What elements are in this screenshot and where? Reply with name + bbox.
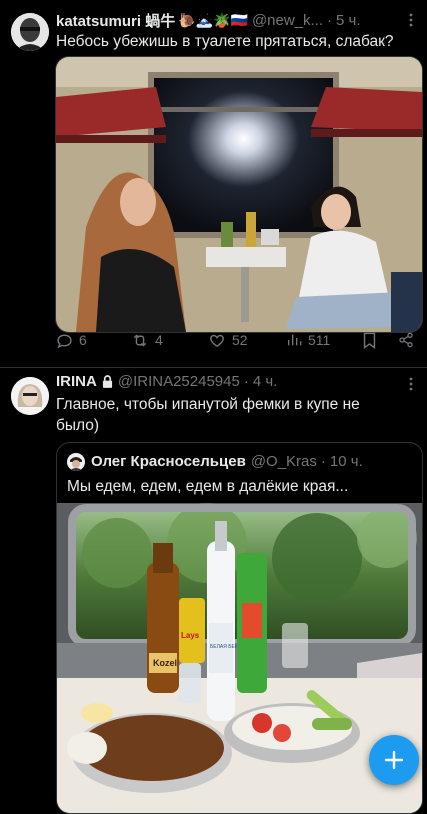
separator-dot: ·: [320, 453, 326, 470]
timestamp[interactable]: 5 ч.: [336, 12, 361, 29]
train-table-photo: Kozel Lays БЕЛАЯ БЕРЕЗКА: [57, 503, 422, 813]
tweet-text: Небось убежишь в туалете прятаться, слаб…: [56, 33, 394, 50]
name-emoji: 🗻: [195, 12, 214, 28]
separator-dot: ·: [327, 12, 333, 29]
retweet-count: 4: [155, 332, 163, 348]
tweet-1[interactable]: katatsumuri 蝸牛 🐌 🗻 🪴 🇷🇺 @new_k... · 5 ч.…: [0, 0, 427, 368]
avatar-image: [11, 377, 49, 415]
quoted-timestamp: 10 ч.: [329, 453, 363, 470]
handle[interactable]: @IRINA25245945: [118, 373, 240, 390]
share-icon: [399, 332, 413, 348]
quoted-tweet[interactable]: Олег Красносельцев @O_Kras · 10 ч. Мы ед…: [56, 442, 423, 814]
timestamp[interactable]: 4 ч.: [253, 373, 278, 390]
name-emoji: 🪴: [213, 12, 231, 28]
views-count: 511: [308, 332, 331, 348]
tweet-2[interactable]: IRINA @IRINA25245945 · 4 ч. Главное, что…: [0, 368, 427, 814]
more-icon[interactable]: [409, 377, 413, 391]
share-button[interactable]: [398, 332, 414, 348]
quoted-handle: @O_Kras: [250, 453, 317, 470]
retweet-button[interactable]: 4: [131, 332, 163, 349]
quoted-photo[interactable]: Kozel Lays БЕЛАЯ БЕРЕЗКА: [57, 503, 422, 813]
avatar-image: [11, 13, 49, 51]
avatar[interactable]: [11, 377, 49, 415]
like-button[interactable]: 52: [208, 332, 248, 349]
retweet-icon: [133, 334, 147, 346]
reply-icon: [57, 333, 72, 348]
lock-icon: [102, 375, 113, 388]
name-emoji: 🐌: [178, 12, 196, 28]
tweet-photo[interactable]: [55, 56, 423, 333]
tweet-text: Главное, чтобы ипанутой фемки в купе не …: [56, 396, 360, 434]
display-name[interactable]: katatsumuri 蝸牛: [56, 10, 175, 31]
avatar[interactable]: [11, 13, 49, 51]
display-name[interactable]: IRINA: [56, 373, 97, 390]
quoted-header: Олег Красносельцев @O_Kras · 10 ч.: [91, 453, 363, 470]
tweet-header: IRINA @IRINA25245945 · 4 ч.: [56, 373, 401, 390]
quoted-avatar[interactable]: [67, 453, 85, 471]
beer-label: Kozel: [153, 658, 177, 668]
bookmark-icon: [363, 332, 376, 349]
name-emoji: 🇷🇺: [230, 12, 248, 28]
chips-label: Lays: [181, 631, 200, 640]
plus-icon: [384, 750, 404, 770]
handle[interactable]: @new_k...: [252, 12, 323, 29]
bookmark-button[interactable]: [362, 332, 377, 349]
heart-icon: [210, 334, 224, 347]
quoted-text: Мы едем, едем, едем в далёкие края...: [67, 478, 349, 495]
separator-dot: ·: [243, 373, 249, 390]
compose-button[interactable]: [369, 735, 419, 785]
like-count: 52: [232, 332, 248, 348]
more-icon[interactable]: [409, 13, 413, 27]
views-icon: [288, 334, 302, 346]
reply-count: 6: [79, 332, 87, 348]
quoted-display-name: Олег Красносельцев: [91, 453, 246, 470]
reply-button[interactable]: 6: [56, 332, 87, 349]
tweet-header: katatsumuri 蝸牛 🐌 🗻 🪴 🇷🇺 @new_k... · 5 ч.: [56, 10, 401, 31]
train-compartment-photo: [56, 57, 422, 332]
views-button[interactable]: 511: [286, 332, 330, 348]
